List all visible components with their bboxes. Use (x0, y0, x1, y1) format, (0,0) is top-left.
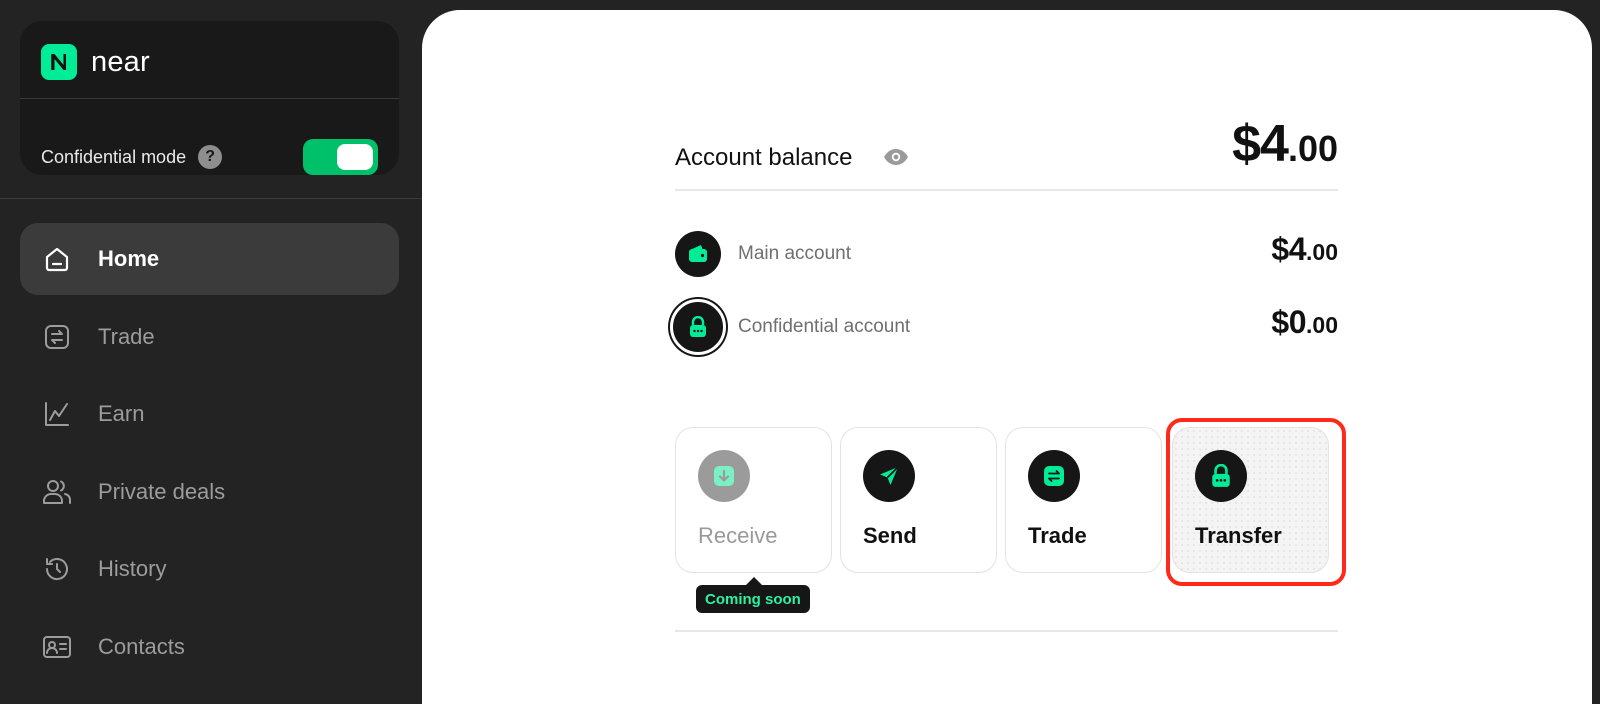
confidential-account-row[interactable]: Confidential account $0.00 (670, 299, 1338, 355)
sidebar-item-label: Contacts (98, 633, 185, 659)
trade-button[interactable]: Trade (1005, 427, 1162, 573)
sidebar-item-label: Earn (98, 401, 145, 426)
send-icon (863, 450, 915, 502)
send-button[interactable]: Send (840, 427, 997, 573)
sidebar-item-label: Private deals (98, 478, 226, 504)
near-logo-icon (41, 44, 77, 80)
action-label: Trade (1028, 523, 1087, 548)
amount-integer: $0 (1271, 304, 1307, 340)
tooltip-text: Coming soon (705, 590, 801, 608)
receive-icon (698, 450, 750, 502)
account-balance-amount: $4.00 (1232, 114, 1338, 174)
trade-icon (42, 322, 72, 352)
action-label: Send (863, 523, 917, 548)
sidebar-item-contacts[interactable]: Contacts (20, 611, 399, 683)
help-icon[interactable]: ? (198, 145, 223, 169)
confidential-mode-toggle[interactable] (303, 139, 378, 175)
account-balance-label: Account balance (675, 144, 853, 171)
amount-integer: $4 (1271, 231, 1307, 267)
action-label: Receive (698, 523, 778, 548)
sidebar-item-history[interactable]: History (20, 533, 399, 605)
sidebar-item-home[interactable]: Home (20, 223, 399, 295)
amount-decimal: .00 (1306, 312, 1338, 338)
sidebar-item-earn[interactable]: Earn (20, 378, 399, 450)
confidential-mode-label: Confidential mode (41, 146, 187, 167)
sidebar-item-label: Home (98, 246, 160, 271)
lock-icon (670, 299, 726, 355)
brand-card: near Confidential mode ? (20, 21, 399, 175)
contact-card-icon (42, 632, 72, 662)
home-icon (42, 244, 72, 274)
main-account-row[interactable]: Main account $4.00 (675, 229, 1338, 279)
account-amount: $0.00 (1271, 304, 1338, 341)
highlight-outline (1166, 418, 1346, 586)
divider (20, 98, 399, 99)
confidential-mode-row: Confidential mode ? (41, 139, 378, 175)
account-amount: $4.00 (1271, 231, 1338, 268)
chart-line-icon (42, 399, 72, 429)
sidebar-item-label: Trade (98, 323, 155, 349)
account-name: Confidential account (738, 316, 911, 337)
users-icon (42, 477, 72, 507)
main-panel: Account balance $4.00 Main account $4.00… (422, 10, 1592, 704)
coming-soon-tooltip: Coming soon (696, 577, 810, 613)
tooltip-arrow (746, 577, 762, 585)
divider (675, 189, 1338, 191)
sidebar-item-label: History (98, 556, 167, 581)
sidebar-nav: Home Trade Earn Private deals History Co… (20, 223, 399, 688)
brand[interactable]: near (41, 43, 150, 81)
brand-name: near (91, 45, 150, 78)
trade-icon (1028, 450, 1080, 502)
account-balance-row: Account balance $4.00 (675, 114, 1338, 174)
divider (675, 630, 1338, 632)
toggle-knob (337, 144, 373, 170)
sidebar: near Confidential mode ? Home Trade Earn… (0, 0, 422, 704)
amount-decimal: .00 (1306, 239, 1338, 265)
amount-decimal: .00 (1287, 128, 1338, 169)
sidebar-divider (0, 198, 422, 199)
wallet-icon (675, 231, 721, 277)
action-buttons: Receive Send Trade Transfer (675, 418, 1346, 586)
eye-icon[interactable] (883, 148, 909, 166)
sidebar-item-trade[interactable]: Trade (20, 301, 399, 373)
sidebar-item-private-deals[interactable]: Private deals (20, 456, 399, 528)
history-icon (42, 554, 72, 584)
account-name: Main account (738, 243, 852, 264)
amount-integer: $4 (1232, 115, 1289, 173)
receive-button[interactable]: Receive (675, 427, 832, 573)
